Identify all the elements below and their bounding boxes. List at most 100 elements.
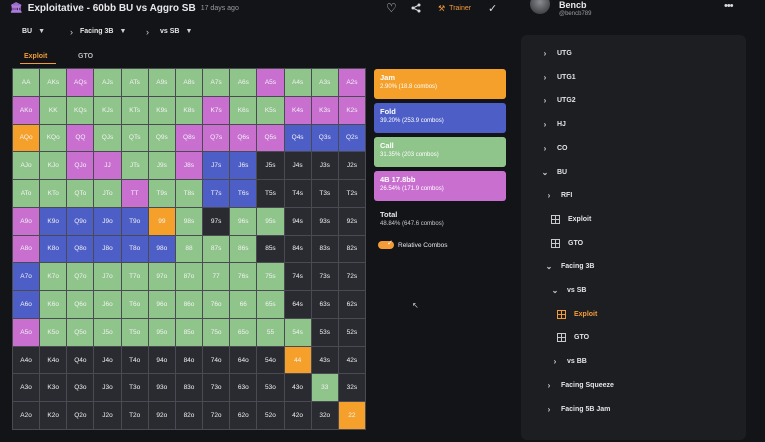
opponent-select[interactable]: vs SB ▼: [160, 28, 192, 35]
hand-cell[interactable]: J6o: [94, 291, 121, 318]
hand-cell[interactable]: K7s: [203, 96, 230, 124]
hand-cell[interactable]: T2o: [121, 402, 148, 429]
hand-cell[interactable]: T8o: [121, 235, 148, 263]
tree-item[interactable]: ⌄ BU: [541, 168, 567, 177]
more-options-icon[interactable]: •••: [724, 0, 734, 12]
hand-cell[interactable]: A3s: [311, 69, 338, 96]
hand-cell[interactable]: QJs: [94, 124, 121, 152]
position-select[interactable]: BU ▼: [22, 28, 45, 35]
hand-cell[interactable]: J4o: [94, 346, 121, 374]
hand-cell[interactable]: 94o: [148, 346, 175, 374]
tree-item[interactable]: › HJ: [541, 120, 566, 129]
hand-cell[interactable]: T4s: [284, 180, 311, 207]
hand-cell[interactable]: 92o: [148, 402, 175, 429]
hand-cell[interactable]: 33: [311, 374, 338, 402]
hand-cell[interactable]: 87s: [203, 235, 230, 263]
hand-cell[interactable]: 43o: [284, 374, 311, 402]
hand-cell[interactable]: A3o: [13, 374, 40, 402]
hand-cell[interactable]: KQo: [40, 124, 67, 152]
chevron-right-icon[interactable]: ›: [541, 96, 549, 105]
hand-cell[interactable]: K3o: [40, 374, 67, 402]
hand-cell[interactable]: AKs: [40, 69, 67, 96]
hand-cell[interactable]: J2s: [338, 152, 365, 180]
legend-call[interactable]: Call 31.35% (203 combos): [374, 137, 506, 167]
hand-cell[interactable]: 53o: [257, 374, 284, 402]
hand-cell[interactable]: TT: [121, 180, 148, 207]
hand-cell[interactable]: T6o: [121, 291, 148, 318]
hand-cell[interactable]: Q4o: [67, 346, 94, 374]
hand-cell[interactable]: 92s: [338, 207, 365, 235]
hand-cell[interactable]: K6o: [40, 291, 67, 318]
hand-cell[interactable]: T8s: [175, 180, 203, 207]
hand-cell[interactable]: 96o: [148, 291, 175, 318]
hand-cell[interactable]: 85o: [175, 318, 203, 346]
hand-cell[interactable]: 43s: [311, 346, 338, 374]
hand-cell[interactable]: Q7s: [203, 124, 230, 152]
hand-cell[interactable]: 55: [257, 318, 284, 346]
hand-cell[interactable]: J8o: [94, 235, 121, 263]
hand-cell[interactable]: KJs: [94, 96, 121, 124]
hand-cell[interactable]: 76s: [230, 263, 257, 291]
hand-cell[interactable]: J8s: [175, 152, 203, 180]
hand-cell[interactable]: Q6s: [230, 124, 257, 152]
hand-cell[interactable]: 74o: [203, 346, 230, 374]
hand-cell[interactable]: A2s: [338, 69, 365, 96]
avatar[interactable]: [530, 0, 550, 14]
hand-cell[interactable]: A8o: [13, 235, 40, 263]
tree-item[interactable]: › Facing Squeeze: [545, 381, 614, 390]
hand-cell[interactable]: KJo: [40, 152, 67, 180]
hand-cell[interactable]: K3s: [311, 96, 338, 124]
hand-cell[interactable]: QJo: [67, 152, 94, 180]
relative-combos-toggle[interactable]: [378, 239, 394, 249]
hand-cell[interactable]: 86o: [175, 291, 203, 318]
hand-cell[interactable]: 95o: [148, 318, 175, 346]
hand-cell[interactable]: K9s: [148, 96, 175, 124]
hand-cell[interactable]: 63s: [311, 291, 338, 318]
hand-cell[interactable]: ATs: [121, 69, 148, 96]
hand-cell[interactable]: J5s: [257, 152, 284, 180]
hand-cell[interactable]: QTs: [121, 124, 148, 152]
hand-cell[interactable]: 62o: [230, 402, 257, 429]
tree-item[interactable]: › CO: [541, 144, 568, 153]
hand-cell[interactable]: T6s: [230, 180, 257, 207]
hand-cell[interactable]: K8s: [175, 96, 203, 124]
tab-exploit[interactable]: Exploit: [24, 53, 47, 60]
hand-cell[interactable]: J9s: [148, 152, 175, 180]
tree-item[interactable]: Exploit: [557, 309, 597, 319]
hand-cell[interactable]: K5o: [40, 318, 67, 346]
scenario-select[interactable]: Facing 3B ▼: [80, 28, 126, 35]
hand-cell[interactable]: 74s: [284, 263, 311, 291]
hand-cell[interactable]: AA: [13, 69, 40, 96]
hand-cell[interactable]: A5o: [13, 318, 40, 346]
hand-cell[interactable]: QTo: [67, 180, 94, 207]
hand-cell[interactable]: AJs: [94, 69, 121, 96]
legend-jam[interactable]: Jam 2.90% (18.8 combos): [374, 69, 506, 99]
hand-cell[interactable]: 77: [203, 263, 230, 291]
hand-cell[interactable]: 42o: [284, 402, 311, 429]
hand-cell[interactable]: 94s: [284, 207, 311, 235]
hand-cell[interactable]: Q2o: [67, 402, 94, 429]
hand-cell[interactable]: 54o: [257, 346, 284, 374]
tree-item[interactable]: › Facing 5B Jam: [545, 405, 611, 414]
hand-cell[interactable]: J7o: [94, 263, 121, 291]
hand-cell[interactable]: T2s: [338, 180, 365, 207]
hand-cell[interactable]: 22: [338, 402, 365, 429]
hand-cell[interactable]: Q6o: [67, 291, 94, 318]
hand-cell[interactable]: K4o: [40, 346, 67, 374]
hand-cell[interactable]: T5o: [121, 318, 148, 346]
hand-cell[interactable]: T9o: [121, 207, 148, 235]
hand-cell[interactable]: A4o: [13, 346, 40, 374]
hand-cell[interactable]: T3s: [311, 180, 338, 207]
hand-cell[interactable]: JTs: [121, 152, 148, 180]
hand-cell[interactable]: JTo: [94, 180, 121, 207]
tree-item[interactable]: GTO: [551, 238, 583, 248]
hand-cell[interactable]: J5o: [94, 318, 121, 346]
hand-cell[interactable]: 73o: [203, 374, 230, 402]
chevron-down-icon[interactable]: ⌄: [541, 168, 549, 177]
hand-cell[interactable]: 83o: [175, 374, 203, 402]
hand-cell[interactable]: 32o: [311, 402, 338, 429]
hand-cell[interactable]: Q3o: [67, 374, 94, 402]
hand-cell[interactable]: Q9s: [148, 124, 175, 152]
chevron-right-icon[interactable]: ›: [541, 73, 549, 82]
hand-cell[interactable]: QQ: [67, 124, 94, 152]
